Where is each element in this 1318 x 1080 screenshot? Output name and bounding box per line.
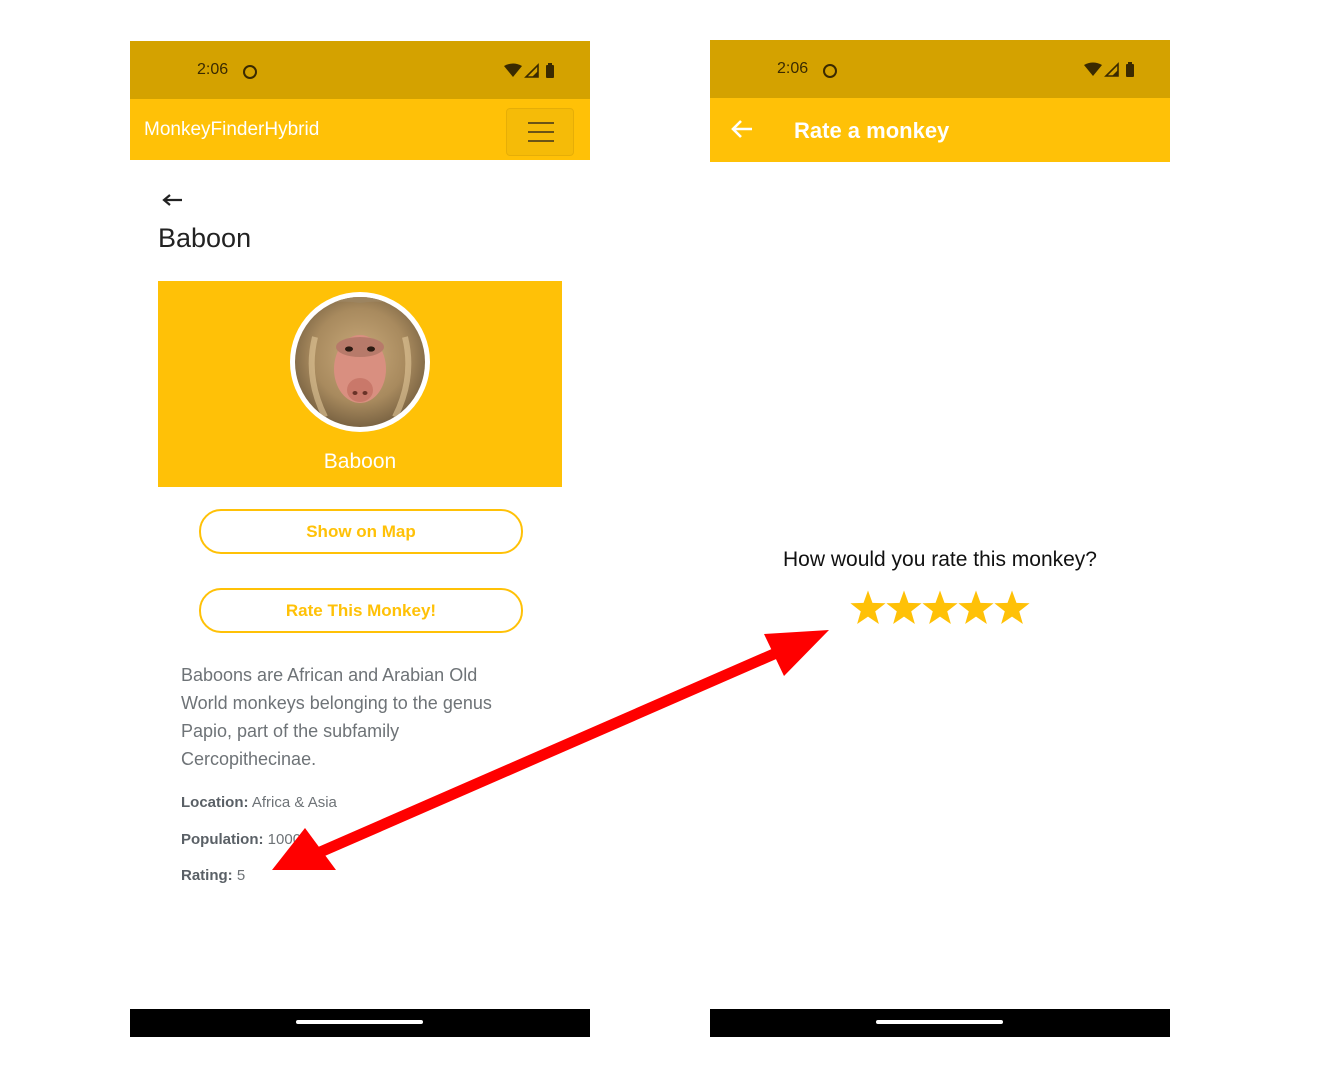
population-value: 10000 (267, 831, 310, 848)
location-value: Africa & Asia (251, 794, 337, 811)
star-3-icon[interactable] (922, 590, 958, 624)
system-nav-bar (710, 1009, 1170, 1037)
back-arrow-icon[interactable] (162, 193, 184, 207)
menu-icon-bar (528, 140, 554, 142)
show-on-map-button[interactable]: Show on Map (199, 509, 523, 554)
app-bar: Rate a monkey (710, 98, 1170, 162)
rating-question: How would you rate this monkey? (783, 548, 1097, 571)
back-arrow-icon[interactable] (730, 117, 756, 143)
app-bar: MonkeyFinderHybrid (130, 99, 590, 160)
monkey-detail-screen: 2:06 MonkeyFinderHybrid Baboon Baboon Sh… (130, 41, 590, 1037)
population-line: Population: 10000 (181, 831, 309, 848)
rating-value: 5 (236, 867, 246, 884)
status-bar: 2:06 (130, 41, 590, 99)
rate-monkey-button[interactable]: Rate This Monkey! (199, 588, 523, 633)
signal-battery-icons (504, 63, 554, 78)
home-gesture-handle[interactable] (876, 1020, 1003, 1024)
star-2-icon[interactable] (886, 590, 922, 624)
app-title: MonkeyFinderHybrid (144, 119, 320, 140)
menu-icon-bar (528, 131, 554, 133)
rating-line: Rating: 5 (181, 867, 245, 884)
star-1-icon[interactable] (850, 590, 886, 624)
notification-icon (243, 65, 257, 79)
hamburger-menu-button[interactable] (506, 108, 574, 156)
app-bar-title: Rate a monkey (794, 118, 950, 143)
monkey-description: Baboons are African and Arabian Old Worl… (181, 665, 492, 769)
star-4-icon[interactable] (958, 590, 994, 624)
star-5-icon[interactable] (994, 590, 1030, 624)
hero-monkey-name: Baboon (323, 450, 397, 473)
population-label: Population: (181, 831, 264, 848)
system-nav-bar (130, 1009, 590, 1037)
location-label: Location: (181, 794, 249, 811)
avatar-ring (290, 292, 430, 432)
monkey-hero-card: Baboon (158, 281, 562, 487)
signal-battery-icons (1084, 62, 1134, 77)
location-line: Location: Africa & Asia (181, 794, 337, 811)
status-bar: 2:06 (710, 40, 1170, 98)
home-gesture-handle[interactable] (296, 1020, 423, 1024)
status-time: 2:06 (777, 60, 809, 77)
rate-monkey-screen: 2:06 Rate a monkey How would you rate th… (710, 40, 1170, 1037)
baboon-photo (295, 297, 425, 427)
status-time: 2:06 (197, 61, 229, 78)
rating-label: Rating: (181, 867, 233, 884)
baboon-avatar (295, 297, 425, 427)
star-rating-control[interactable] (850, 588, 1030, 628)
menu-icon (528, 122, 554, 124)
notification-icon (823, 64, 837, 78)
page-title: Baboon (158, 223, 252, 253)
